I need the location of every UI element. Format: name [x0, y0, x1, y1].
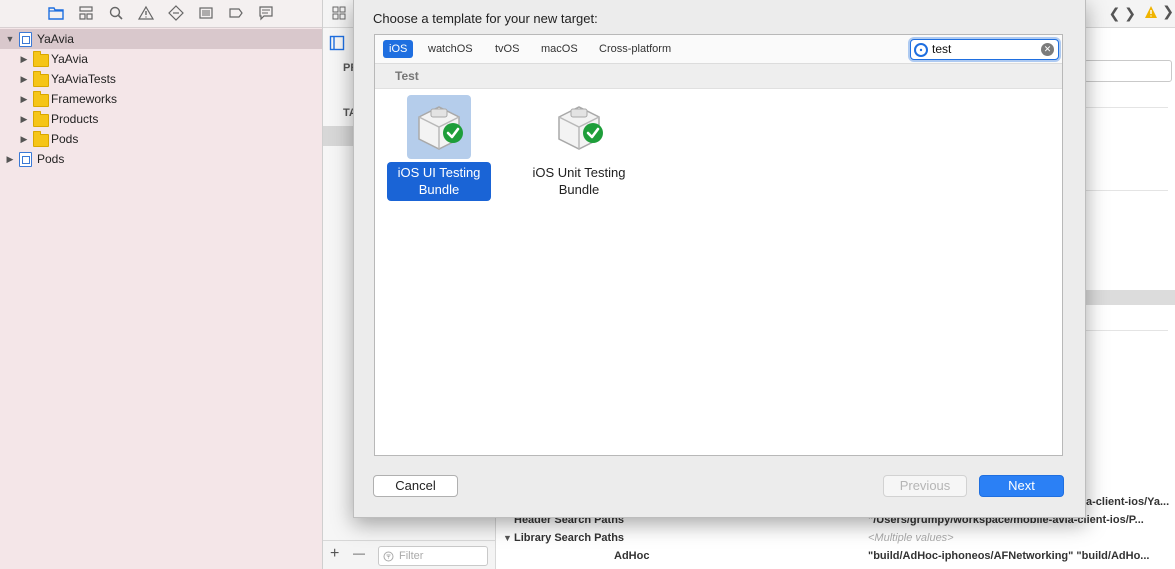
tree-item-label: Frameworks: [51, 92, 118, 106]
tree-item-label: Pods: [37, 152, 65, 166]
tree-row-yaavia-folder[interactable]: ▶ YaAvia: [0, 49, 322, 69]
filter-field[interactable]: Filter: [378, 546, 488, 566]
disclosure-collapsed-icon[interactable]: ▶: [19, 129, 29, 149]
testing-bundle-icon: [547, 95, 611, 159]
tree-row-frameworks-folder[interactable]: ▶ Frameworks: [0, 89, 322, 109]
project-navigator: ▼ YaAvia ▶ YaAvia ▶ YaAviaTests ▶ Framew…: [0, 0, 323, 569]
disclosure-collapsed-icon[interactable]: ▶: [19, 109, 29, 129]
folder-navigator-icon[interactable]: [47, 5, 65, 21]
remove-target-button[interactable]: —: [353, 546, 365, 560]
tree-item-label: YaAvia: [51, 52, 88, 66]
setting-name: Library Search Paths: [514, 532, 625, 544]
template-label: iOS UI Testing Bundle: [387, 162, 491, 201]
disclosure-expanded-icon[interactable]: ▼: [503, 530, 512, 547]
find-icon[interactable]: [107, 5, 125, 21]
breakpoint-navigator-icon[interactable]: [227, 5, 245, 21]
navigator-toolbar: [0, 0, 322, 28]
warning-icon[interactable]: [1144, 5, 1158, 22]
tree-row-yaavia-project[interactable]: ▼ YaAvia: [0, 29, 322, 49]
tab-ios[interactable]: iOS: [383, 40, 414, 58]
filter-search-icon: [914, 43, 928, 57]
setting-value: a-client-ios/Ya...: [1086, 496, 1170, 508]
template-label: iOS Unit Testing Bundle: [532, 165, 626, 197]
debug-navigator-icon[interactable]: [197, 5, 215, 21]
separator: [1078, 330, 1168, 331]
tree-row-pods-project[interactable]: ▶ Pods: [0, 149, 322, 169]
test-navigator-icon[interactable]: [167, 5, 185, 21]
separator: [1078, 190, 1168, 191]
filter-placeholder: Filter: [399, 550, 424, 562]
disclosure-collapsed-icon[interactable]: ▶: [19, 69, 29, 89]
source-control-icon[interactable]: [77, 5, 95, 21]
sheet-title: Choose a template for your new target:: [373, 11, 598, 26]
search-value: test: [932, 42, 952, 56]
template-chooser: iOS watchOS tvOS macOS Cross-platform te…: [374, 34, 1063, 456]
clear-search-icon[interactable]: ✕: [1041, 43, 1054, 56]
xcode-project-icon: [19, 152, 32, 167]
settings-search-field[interactable]: [1084, 60, 1172, 82]
disclosure-collapsed-icon[interactable]: ▶: [19, 89, 29, 109]
testing-bundle-icon: [407, 95, 471, 159]
template-search-field[interactable]: test ✕: [910, 39, 1059, 60]
folder-icon: [33, 91, 49, 107]
next-button[interactable]: Next: [979, 475, 1064, 497]
tab-cross-platform[interactable]: Cross-platform: [593, 40, 677, 58]
selected-setting-row[interactable]: [1084, 290, 1175, 305]
tree-item-label: Pods: [51, 132, 79, 146]
section-header: Test: [375, 64, 1062, 89]
tree-item-label: Products: [51, 112, 99, 126]
setting-value: <Multiple values>: [868, 532, 954, 544]
folder-icon: [33, 131, 49, 147]
folder-icon: [33, 71, 49, 87]
chevron-right-icon[interactable]: ❯: [1162, 3, 1174, 20]
back-forward-icon[interactable]: ❮ ❯: [1109, 5, 1136, 22]
previous-button[interactable]: Previous: [883, 475, 967, 497]
selected-target-row[interactable]: [323, 126, 353, 146]
folder-icon: [33, 111, 49, 127]
template-ios-ui-testing-bundle[interactable]: iOS UI Testing Bundle: [387, 95, 497, 205]
disclosure-collapsed-icon[interactable]: ▶: [5, 149, 15, 169]
platform-tabs: iOS watchOS tvOS macOS Cross-platform te…: [375, 35, 1062, 64]
tree-item-label: YaAvia: [37, 32, 74, 46]
xcode-project-icon: [19, 32, 32, 47]
tab-tvos[interactable]: tvOS: [489, 40, 525, 58]
tab-macos[interactable]: macOS: [535, 40, 584, 58]
tree-item-label: YaAviaTests: [51, 72, 116, 86]
tree-row-products-folder[interactable]: ▶ Products: [0, 109, 322, 129]
cancel-button[interactable]: Cancel: [373, 475, 458, 497]
folder-icon: [33, 51, 49, 67]
sidebar-toggle-icon[interactable]: [329, 35, 345, 54]
tab-watchos[interactable]: watchOS: [422, 40, 479, 58]
separator: [1078, 107, 1168, 108]
setting-name: AdHoc: [614, 550, 650, 562]
related-items-icon[interactable]: [331, 5, 347, 24]
target-list-footer: + — Filter: [323, 540, 495, 569]
report-navigator-icon[interactable]: [257, 5, 275, 21]
setting-value: "build/AdHoc-iphoneos/AFNetworking" "bui…: [868, 550, 1150, 562]
navigator-tree: ▼ YaAvia ▶ YaAvia ▶ YaAviaTests ▶ Framew…: [0, 29, 322, 169]
add-target-button[interactable]: +: [330, 545, 339, 563]
section-label: Test: [395, 69, 419, 83]
disclosure-expanded-icon[interactable]: ▼: [5, 29, 15, 49]
template-ios-unit-testing-bundle[interactable]: iOS Unit Testing Bundle: [527, 95, 637, 205]
new-target-sheet: Choose a template for your new target: i…: [353, 0, 1086, 518]
tree-row-pods-folder[interactable]: ▶ Pods: [0, 129, 322, 149]
tree-row-yaaviatests-folder[interactable]: ▶ YaAviaTests: [0, 69, 322, 89]
setting-row-library-search-paths[interactable]: ▼ Library Search Paths <Multiple values>: [496, 530, 1175, 547]
setting-row-adhoc[interactable]: AdHoc "build/AdHoc-iphoneos/AFNetworking…: [496, 548, 1175, 565]
issue-warning-icon[interactable]: [137, 5, 155, 21]
filter-icon: [383, 550, 394, 568]
disclosure-collapsed-icon[interactable]: ▶: [19, 49, 29, 69]
